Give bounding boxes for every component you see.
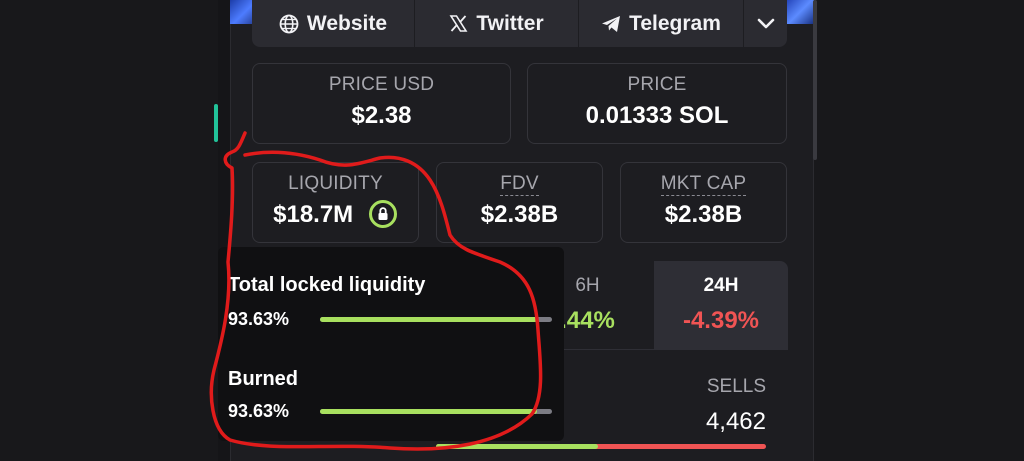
fdv-card: FDV $2.38B <box>436 162 603 243</box>
telegram-label: Telegram <box>629 11 721 35</box>
right-area <box>814 0 1024 461</box>
sidebar-active-indicator <box>214 104 218 142</box>
price-usd-value: $2.38 <box>351 102 412 129</box>
chevron-down-icon <box>757 18 774 28</box>
liquidity-card[interactable]: LIQUIDITY $18.7M <box>252 162 419 243</box>
website-button[interactable]: Website <box>252 0 415 47</box>
lock-icon[interactable] <box>368 199 398 229</box>
total-locked-bar-fill <box>320 317 538 322</box>
x-logo-icon <box>449 15 468 32</box>
total-locked-bar <box>320 317 552 322</box>
buy-sell-ratio-bar <box>436 444 766 449</box>
liquidity-value: $18.7M <box>273 201 354 228</box>
price-usd-label: PRICE USD <box>328 74 435 95</box>
telegram-button[interactable]: Telegram <box>579 0 744 47</box>
liquidity-value-row: $18.7M <box>253 199 418 229</box>
mkt-cap-label[interactable]: MKT CAP <box>660 173 747 196</box>
globe-icon <box>279 14 299 33</box>
telegram-icon <box>602 15 621 32</box>
website-label: Website <box>306 11 388 35</box>
burned-bar <box>320 409 552 414</box>
panel-scrollbar[interactable] <box>813 0 817 160</box>
fdv-label[interactable]: FDV <box>500 173 539 196</box>
liquidity-label: LIQUIDITY <box>288 173 383 194</box>
burned-percent: 93.63% <box>228 401 290 421</box>
twitter-button[interactable]: Twitter <box>415 0 579 47</box>
sells-value: 4,462 <box>705 408 766 435</box>
liquidity-lock-tooltip: Total locked liquidity 93.63% Burned 93.… <box>218 247 564 441</box>
banner-image-right <box>786 0 814 24</box>
burned-bar-fill <box>320 409 538 414</box>
total-locked-percent: 93.63% <box>228 309 290 329</box>
links-bar: Website Twitter Telegram <box>252 0 787 47</box>
fdv-value: $2.38B <box>480 201 559 228</box>
left-sidebar <box>0 0 218 461</box>
total-locked-title: Total locked liquidity <box>228 274 426 296</box>
burned-title: Burned <box>228 368 298 390</box>
buy-ratio-fill <box>436 444 598 449</box>
twitter-label: Twitter <box>476 11 544 35</box>
burned-row: 93.63% <box>228 401 552 422</box>
price-sol-value: 0.01333 SOL <box>585 102 729 129</box>
tab-24h[interactable]: 24H -4.39% <box>654 261 788 349</box>
price-sol-card: PRICE 0.01333 SOL <box>527 63 787 144</box>
total-locked-row: 93.63% <box>228 309 552 330</box>
mkt-cap-card: MKT CAP $2.38B <box>620 162 787 243</box>
tab-24h-value: -4.39% <box>682 307 760 334</box>
price-usd-card: PRICE USD $2.38 <box>252 63 511 144</box>
more-links-button[interactable] <box>744 0 787 47</box>
sells-label: SELLS <box>706 376 766 397</box>
mkt-cap-value: $2.38B <box>664 201 743 228</box>
tab-24h-label: 24H <box>703 275 739 296</box>
price-sol-label: PRICE <box>627 74 687 95</box>
